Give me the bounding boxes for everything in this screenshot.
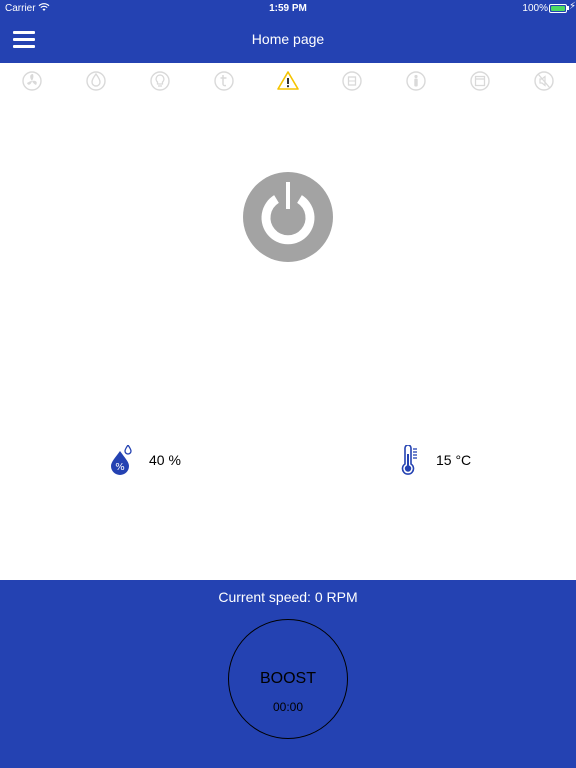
top-bar: Carrier 1:59 PM 100% ⚡ Home page — [0, 0, 576, 63]
feature-icon-bar — [0, 64, 576, 98]
battery-icon — [549, 4, 567, 13]
temperature-reading: 15 °C — [398, 444, 538, 478]
person-icon[interactable] — [404, 68, 428, 92]
charging-icon: ⚡ — [568, 1, 576, 12]
boost-timer: 00:00 — [272, 700, 304, 714]
humidity-value: 40 % — [149, 452, 181, 468]
thermometer-icon — [398, 444, 420, 478]
timer-icon[interactable] — [212, 68, 236, 92]
page-title: Home page — [251, 31, 325, 47]
bulb-icon[interactable] — [148, 68, 172, 92]
current-speed-label: Current speed: 0 RPM — [218, 589, 358, 605]
status-time: 1:59 PM — [269, 3, 307, 14]
temperature-value: 15 °C — [436, 452, 472, 468]
humidity-icon: % — [108, 443, 134, 478]
speed-panel: Current speed: 0 RPM BOOST 00:00 — [0, 580, 576, 768]
boost-button[interactable]: BOOST 00:00 — [228, 619, 348, 739]
battery-label: 100% — [522, 3, 548, 14]
filter-icon[interactable] — [340, 68, 364, 92]
calendar-icon[interactable] — [468, 68, 492, 92]
boost-label: BOOST — [259, 670, 316, 687]
svg-text:%: % — [115, 462, 125, 473]
status-bar: Carrier 1:59 PM 100% ⚡ — [0, 0, 576, 17]
warning-icon[interactable] — [276, 68, 300, 92]
mute-icon[interactable] — [532, 68, 556, 92]
drop-icon[interactable] — [84, 68, 108, 92]
fan-icon[interactable] — [20, 68, 44, 92]
humidity-reading: % 40 % — [108, 443, 228, 478]
power-icon — [243, 172, 333, 262]
power-button[interactable] — [243, 172, 333, 262]
